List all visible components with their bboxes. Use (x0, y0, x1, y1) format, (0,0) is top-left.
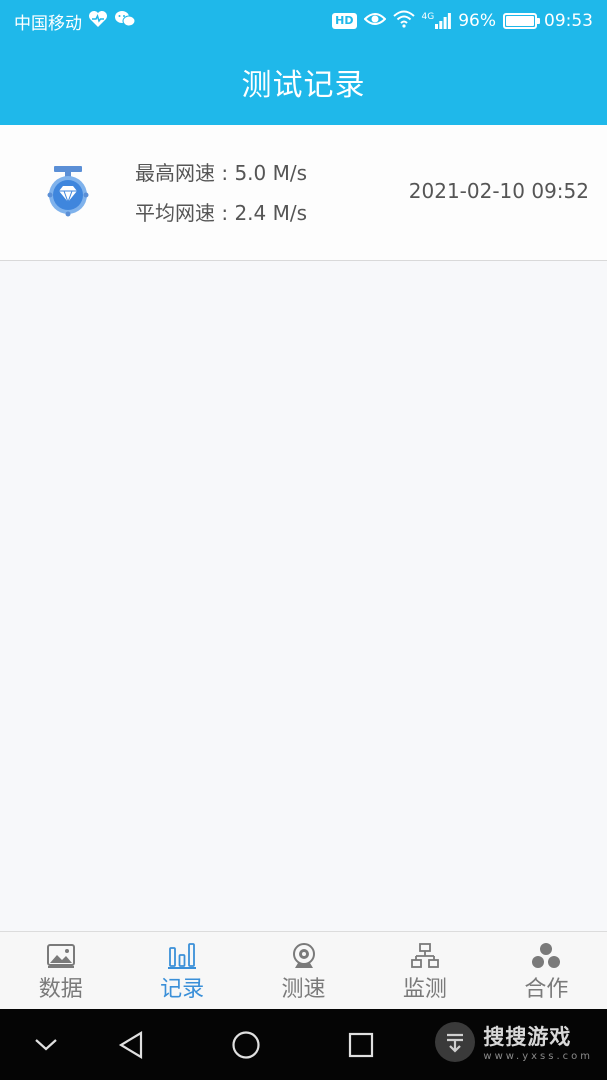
tab-data[interactable]: 数据 (0, 932, 121, 1009)
carrier-label: 中国移动 (14, 13, 82, 34)
bottom-tab-bar: 数据 记录 测速 监测 合作 (0, 931, 607, 1009)
wifi-icon (392, 10, 415, 33)
avg-speed-text: 平均网速 : 2.4 M/s (135, 201, 308, 225)
tab-monitor[interactable]: 监测 (364, 932, 485, 1009)
record-speeds: 最高网速 : 5.0 M/s 平均网速 : 2.4 M/s (135, 159, 307, 239)
tab-speedtest[interactable]: 测速 (243, 932, 364, 1009)
record-datetime: 2021-02-10 09:52 (408, 179, 589, 203)
record-list-item[interactable]: 最高网速 : 5.0 M/s 平均网速 : 2.4 M/s 2021-02-10… (0, 125, 607, 261)
battery-icon (503, 13, 540, 29)
download-icon (435, 1021, 476, 1062)
home-circle-icon (232, 1031, 260, 1059)
watermark-sub-text: www.yxss.com (483, 1051, 593, 1062)
home-button[interactable] (230, 1029, 262, 1061)
app-header: 中国移动 HD 4G 96% 09:53 测试记录 (0, 0, 607, 125)
clock: 09:53 (544, 11, 593, 31)
watermark-logo: 搜搜游戏 www.yxss.com (435, 1021, 593, 1062)
network-tree-icon (410, 942, 440, 970)
status-left: 中国移动 (14, 9, 136, 34)
health-heart-icon (88, 10, 108, 33)
recents-button[interactable] (345, 1029, 377, 1061)
network-type-label: 4G (421, 12, 435, 22)
signal-icon: 4G (422, 13, 452, 29)
tab-cooperate[interactable]: 合作 (486, 932, 607, 1009)
tab-label: 记录 (160, 977, 205, 1002)
max-speed-text: 最高网速 : 5.0 M/s (135, 161, 308, 185)
tab-records[interactable]: 记录 (121, 932, 242, 1009)
cooperate-icon (531, 942, 561, 970)
back-button[interactable] (115, 1029, 147, 1061)
page-title: 测试记录 (241, 68, 366, 103)
system-nav-bar: 搜搜游戏 www.yxss.com (0, 1009, 607, 1080)
tab-label: 数据 (38, 977, 83, 1002)
recents-square-icon (348, 1032, 374, 1058)
tab-label: 合作 (524, 977, 569, 1002)
back-triangle-icon (118, 1031, 143, 1059)
webcam-icon (289, 942, 319, 970)
tab-label: 测速 (281, 977, 326, 1002)
chevron-down-icon[interactable] (30, 1029, 62, 1061)
speed-badge-icon (44, 165, 92, 217)
battery-percent: 96% (458, 11, 496, 31)
image-icon (46, 942, 76, 970)
hd-badge: HD (332, 13, 357, 29)
wechat-icon (114, 10, 136, 33)
watermark-main-text: 搜搜游戏 (483, 1025, 572, 1049)
status-right: HD 4G 96% 09:53 (332, 10, 593, 33)
eye-icon (363, 11, 386, 32)
status-bar: 中国移动 HD 4G 96% 09:53 (0, 0, 607, 42)
bar-chart-icon (167, 942, 197, 970)
tab-label: 监测 (402, 977, 447, 1002)
